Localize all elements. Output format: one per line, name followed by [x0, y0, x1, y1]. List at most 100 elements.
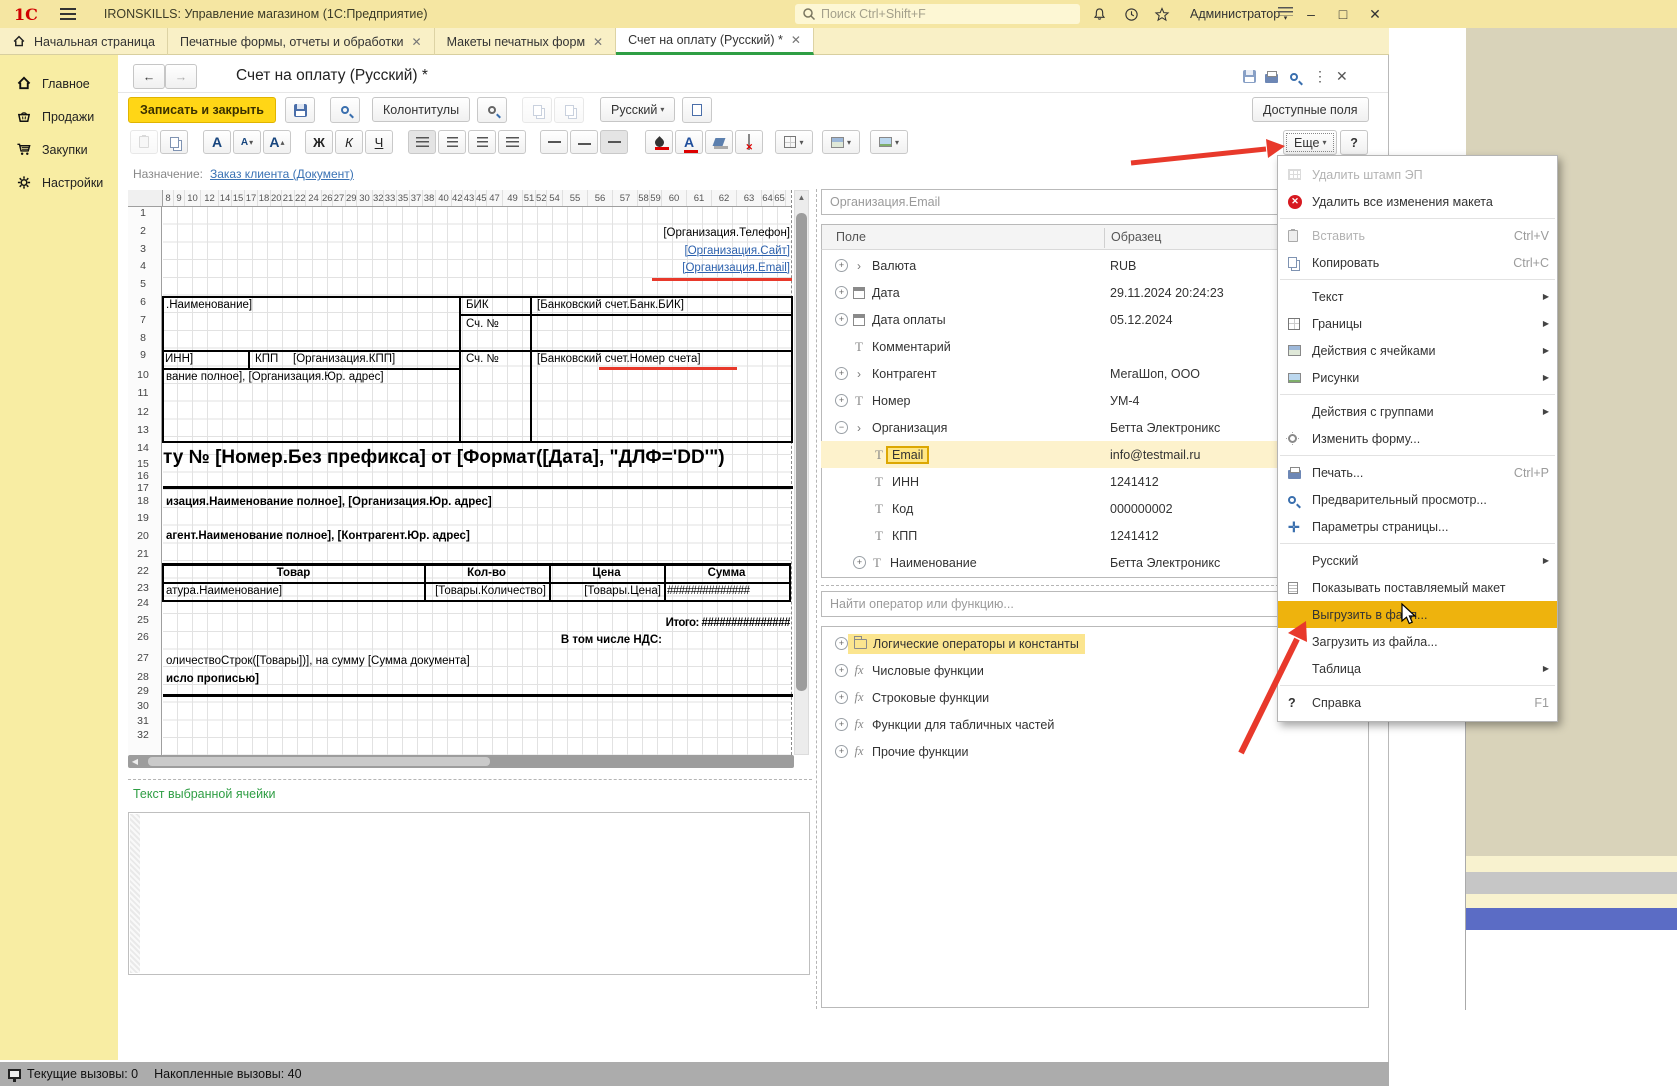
italic-button[interactable]: К	[335, 130, 363, 154]
sidebar-item-settings[interactable]: Настройки	[0, 166, 118, 199]
menu-item-copy[interactable]: КопироватьCtrl+C	[1278, 249, 1557, 276]
save-icon[interactable]	[1243, 70, 1256, 83]
expand-icon[interactable]: +	[835, 664, 848, 677]
forward-button[interactable]: →	[165, 64, 197, 89]
menu-item-show-supplied-layout[interactable]: Показывать поставляемый макет	[1278, 574, 1557, 601]
align-right-button[interactable]	[468, 130, 496, 154]
cell-th-price[interactable]: Цена	[549, 567, 664, 579]
main-menu-icon[interactable]	[60, 8, 76, 20]
maximize-icon[interactable]: □	[1330, 6, 1356, 22]
cell-account-value[interactable]: [Банковский счет.Номер счета]	[537, 353, 701, 365]
align-center-button[interactable]	[438, 130, 466, 154]
cell-row-price[interactable]: [Товары.Цена]	[549, 585, 661, 597]
save-button[interactable]	[285, 97, 315, 123]
copy2-button[interactable]	[554, 97, 584, 123]
font-button[interactable]: А	[203, 130, 231, 154]
cell-bik-value[interactable]: [Банковский счет.Банк.БИК]	[537, 299, 684, 311]
tab-home[interactable]: Начальная страница	[0, 28, 168, 55]
bold-button[interactable]: Ж	[305, 130, 333, 154]
menu-item-pictures[interactable]: Рисунки▶	[1278, 364, 1557, 391]
scroll-up-icon[interactable]: ▲	[795, 191, 808, 204]
history-icon[interactable]	[1122, 5, 1140, 23]
tab-close-icon[interactable]: ✕	[412, 35, 422, 49]
available-fields-button[interactable]: Доступные поля	[1252, 97, 1369, 122]
page-view-button[interactable]	[682, 97, 712, 123]
back-button[interactable]: ←	[133, 64, 165, 89]
borders-dropdown[interactable]: ▾	[775, 130, 813, 154]
expand-icon[interactable]: +	[835, 259, 848, 272]
save-and-close-button[interactable]: Записать и закрыть	[128, 97, 276, 123]
menu-item-text[interactable]: Текст▶	[1278, 283, 1557, 310]
find-button[interactable]	[477, 97, 507, 123]
panel-splitter[interactable]	[128, 779, 812, 780]
sidebar-item-sales[interactable]: Продажи	[0, 100, 118, 133]
panel-divider[interactable]	[816, 189, 817, 1009]
valign-bottom-button[interactable]	[600, 130, 628, 154]
cell-bik-label[interactable]: БИК	[466, 299, 489, 311]
preview-button[interactable]	[330, 97, 360, 123]
scroll-left-icon[interactable]: ◀	[129, 755, 141, 768]
font-color-button[interactable]: А	[675, 130, 703, 154]
menu-item-export-to-file[interactable]: Выгрузить в файл...	[1278, 601, 1557, 628]
service-menu-icon[interactable]: ▾	[1278, 7, 1293, 21]
tab-print-forms[interactable]: Печатные формы, отчеты и обработки✕	[168, 28, 435, 55]
more-dots-icon[interactable]: ⋮	[1313, 68, 1327, 85]
highlight-button[interactable]	[705, 130, 733, 154]
cell-org-email[interactable]: [Организация.Email]	[500, 262, 790, 274]
menu-item-help[interactable]: ?СправкаF1	[1278, 689, 1557, 716]
underline-button[interactable]: Ч	[365, 130, 393, 154]
cell-doc-title[interactable]: ту № [Номер.Без префикса] от [Формат([Да…	[163, 447, 791, 469]
tab-invoice-template[interactable]: Счет на оплату (Русский) *✕	[616, 28, 814, 55]
sidebar-item-main[interactable]: Главное	[0, 67, 118, 100]
cell-org-site[interactable]: [Организация.Сайт]	[500, 245, 790, 257]
tab-close-icon[interactable]: ✕	[593, 35, 603, 49]
cell-th-product[interactable]: Товар	[163, 567, 424, 579]
collapse-icon[interactable]: −	[835, 421, 848, 434]
cell-amount-words[interactable]: исло прописью]	[166, 673, 259, 685]
menu-item-page-setup[interactable]: ✛Параметры страницы...	[1278, 513, 1557, 540]
selected-cell-text-area[interactable]	[128, 812, 810, 975]
cell-vat[interactable]: В том числе НДС:	[430, 634, 662, 646]
menu-item-table[interactable]: Таблица▶	[1278, 655, 1557, 682]
font-larger-button[interactable]: А▴	[263, 130, 291, 154]
expand-icon[interactable]: +	[835, 313, 848, 326]
cell-row-product[interactable]: атура.Наименование]	[166, 585, 282, 597]
menu-item-print[interactable]: Печать...Ctrl+P	[1278, 459, 1557, 486]
cell-org-fullname[interactable]: вание полное], [Организация.Юр. адрес]	[166, 371, 384, 383]
expand-icon[interactable]: +	[835, 286, 848, 299]
menu-item-paste[interactable]: ВставитьCtrl+V	[1278, 222, 1557, 249]
cell-total[interactable]: Итого: ###############	[490, 617, 790, 629]
help-button[interactable]: ?	[1340, 130, 1368, 155]
align-left-button[interactable]	[408, 130, 436, 154]
valign-top-button[interactable]	[540, 130, 568, 154]
favorites-star-icon[interactable]	[1153, 5, 1171, 23]
menu-item-remove-all-changes[interactable]: ✕Удалить все изменения макета	[1278, 188, 1557, 215]
print-icon[interactable]	[1265, 74, 1278, 83]
cell-th-sum[interactable]: Сумма	[664, 567, 789, 579]
preview-icon[interactable]	[1290, 73, 1298, 81]
align-justify-button[interactable]	[498, 130, 526, 154]
menu-item-borders[interactable]: Границы▶	[1278, 310, 1557, 337]
copy-icon[interactable]	[160, 130, 188, 154]
row-headers[interactable]: 1234567891011121314151617181920212223242…	[128, 190, 162, 755]
corner-cell[interactable]	[128, 190, 163, 207]
expand-icon[interactable]: +	[835, 691, 848, 704]
clear-format-button[interactable]: ✕	[735, 130, 763, 154]
cell-th-qty[interactable]: Кол-во	[424, 567, 549, 579]
fill-color-button[interactable]	[645, 130, 673, 154]
purpose-link[interactable]: Заказ клиента (Документ)	[210, 167, 354, 181]
tab-close-icon[interactable]: ✕	[791, 33, 801, 47]
cell-rows-count[interactable]: оличествоСтрок([Товары])], на сумму [Сум…	[166, 655, 470, 667]
menu-item-cell-actions[interactable]: Действия с ячейками▶	[1278, 337, 1557, 364]
cell-account-label2[interactable]: Сч. №	[466, 353, 499, 365]
menu-item-language[interactable]: Русский▶	[1278, 547, 1557, 574]
cell-org-phone[interactable]: [Организация.Телефон]	[500, 227, 790, 239]
close-window-icon[interactable]: ✕	[1362, 6, 1388, 23]
horizontal-scrollbar-thumb[interactable]	[148, 757, 490, 766]
more-actions-button[interactable]: Еще▾	[1283, 130, 1337, 155]
cell-row-sum[interactable]: ##############	[667, 585, 789, 597]
menu-item-group-actions[interactable]: Действия с группами▶	[1278, 398, 1557, 425]
tree-group-other[interactable]: +fx Прочие функции	[821, 738, 1369, 765]
column-headers[interactable]: 8910121415171820212224262729303233353738…	[163, 190, 791, 207]
menu-item-remove-stamp[interactable]: Удалить штамп ЭП	[1278, 161, 1557, 188]
